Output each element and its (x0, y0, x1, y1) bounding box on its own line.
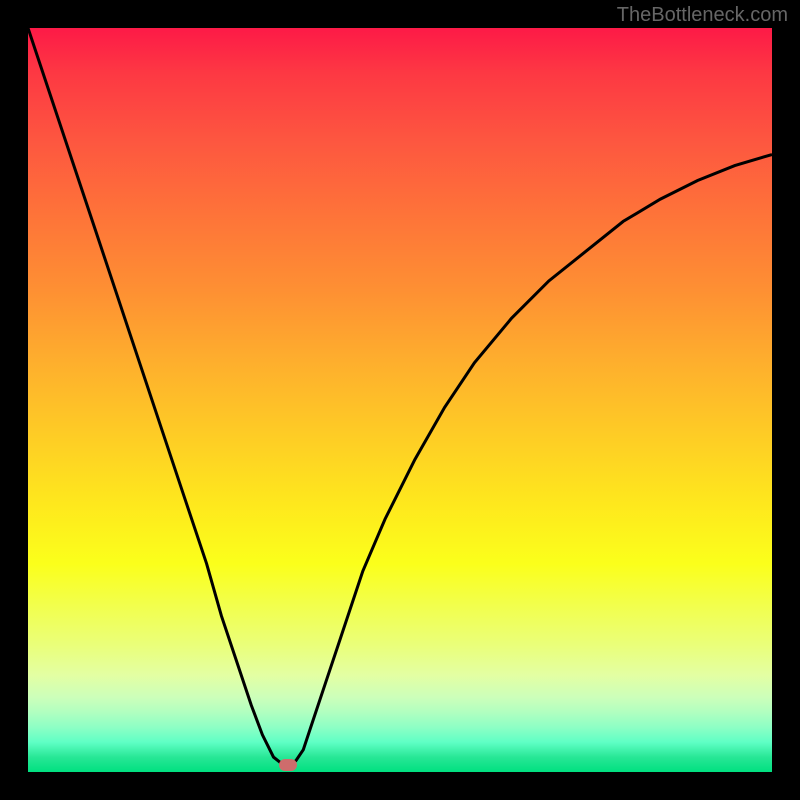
chart-plot-area (28, 28, 772, 772)
watermark-text: TheBottleneck.com (617, 4, 788, 27)
bottleneck-curve (28, 28, 772, 772)
optimal-point-marker (279, 759, 297, 771)
